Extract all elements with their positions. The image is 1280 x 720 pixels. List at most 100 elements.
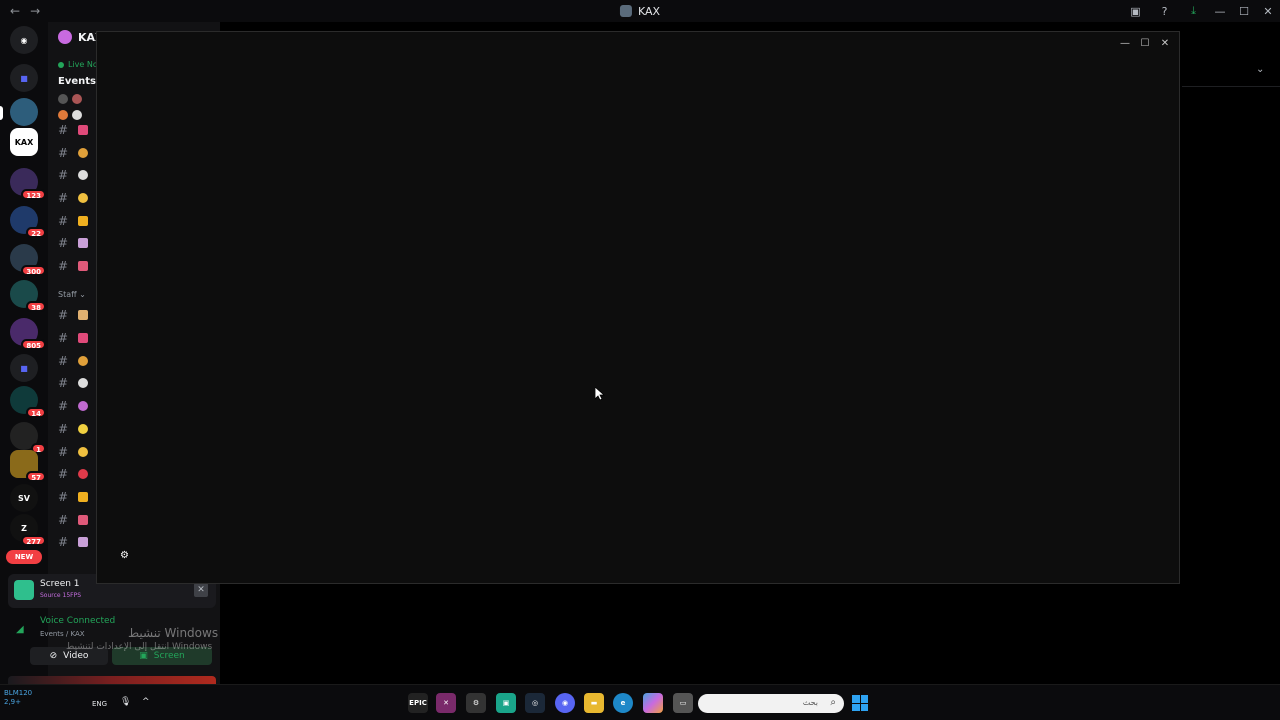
channel-item[interactable]: # <box>58 396 88 416</box>
selected-pill <box>0 106 3 120</box>
server-icon-f[interactable]: 14 <box>10 386 46 418</box>
channel-emoji-icon <box>78 401 88 411</box>
green-app-icon[interactable]: ▣ <box>496 693 516 713</box>
hash-icon: # <box>58 259 69 273</box>
channel-item[interactable]: # <box>58 464 88 484</box>
channel-item[interactable]: # <box>58 165 88 185</box>
user-panel[interactable] <box>8 676 216 684</box>
screen-share-icon: ▣ <box>139 651 148 661</box>
popout-window[interactable]: — ☐ ✕ <box>96 31 1180 584</box>
back-button[interactable]: ← <box>10 4 20 18</box>
channel-item[interactable]: # <box>58 233 88 253</box>
chevron-down-icon[interactable]: ⌄ <box>1256 64 1264 75</box>
unread-badge: 57 <box>26 471 46 482</box>
server-icon-kax[interactable]: KAX <box>10 128 38 156</box>
popup-minimize-button[interactable]: — <box>1115 36 1135 50</box>
gear-icon[interactable]: ⚙ <box>120 550 129 561</box>
channel-emoji-icon <box>78 125 88 135</box>
server-icon-h[interactable]: 57 <box>10 450 46 482</box>
channel-emoji-icon <box>78 333 88 343</box>
server-icon-c[interactable]: 300 <box>10 244 46 276</box>
channel-item[interactable]: # <box>58 188 88 208</box>
live-dot-icon <box>58 61 64 68</box>
stop-stream-icon[interactable]: ✕ <box>194 583 208 597</box>
folder-icon[interactable]: ■ <box>10 64 38 92</box>
channel-item[interactable]: # <box>58 532 88 552</box>
activation-watermark-text: انتقل إلى الإعدادات لتنشيط Windows <box>66 642 213 652</box>
minimize-button[interactable]: — <box>1208 0 1232 22</box>
nav-buttons: ← → <box>0 4 40 18</box>
events-channel[interactable]: Events <box>58 76 96 87</box>
window-app-icon[interactable]: ▭ <box>673 693 693 713</box>
edge-icon[interactable]: e <box>613 693 633 713</box>
channel-item[interactable]: # <box>58 510 88 530</box>
channel-item[interactable]: # <box>58 211 88 231</box>
voice-user-row[interactable] <box>58 110 82 120</box>
unread-badge: 277 <box>21 535 46 546</box>
channel-item[interactable]: # <box>58 120 88 140</box>
discord-home-icon[interactable]: ◉ <box>10 26 38 54</box>
file-explorer-icon[interactable]: ▬ <box>584 693 604 713</box>
popup-maximize-button[interactable]: ☐ <box>1135 36 1155 50</box>
server-icon-g[interactable]: 1 <box>10 422 46 454</box>
server-icon-d[interactable]: 38 <box>10 280 46 312</box>
windows-logo-icon <box>860 695 868 703</box>
copilot-icon[interactable] <box>643 693 663 713</box>
new-badge[interactable]: NEW <box>6 550 42 564</box>
warning-icon <box>78 492 88 502</box>
folder-icon[interactable]: ■ <box>10 354 38 382</box>
server-label: KAX <box>14 137 34 147</box>
channel-item[interactable]: # <box>58 487 88 507</box>
download-icon[interactable]: ⤓ <box>1179 0 1208 22</box>
server-icon-a[interactable]: 123 <box>10 168 46 200</box>
windows-logo-icon <box>860 703 868 711</box>
server-icon-green[interactable] <box>10 98 38 126</box>
voice-channel[interactable]: Events / KAX <box>40 630 85 638</box>
chevron-up-icon[interactable]: ^ <box>142 697 150 707</box>
channel-item[interactable]: # <box>58 328 88 348</box>
channel-emoji-icon <box>78 193 88 203</box>
popup-close-button[interactable]: ✕ <box>1155 36 1175 50</box>
hash-icon: # <box>58 331 69 345</box>
inbox-icon[interactable]: ▣ <box>1121 0 1150 22</box>
settings-app-icon[interactable]: ⚙ <box>466 693 486 713</box>
steam-icon[interactable]: ◎ <box>525 693 545 713</box>
start-button[interactable] <box>852 695 868 711</box>
channel-item[interactable]: # <box>58 419 88 439</box>
screen-source: Source 15FPS <box>40 592 82 599</box>
unread-badge: 14 <box>26 407 46 418</box>
app-x-icon[interactable]: ✕ <box>436 693 456 713</box>
channel-item[interactable]: # <box>58 373 88 393</box>
server-icon-e[interactable]: 805 <box>10 318 46 350</box>
tray-widget[interactable]: BLM120 2,9+ <box>4 689 32 707</box>
close-button[interactable]: ✕ <box>1256 0 1280 22</box>
hash-icon: # <box>58 236 69 250</box>
channel-item[interactable]: # <box>58 256 88 276</box>
channel-item[interactable]: # <box>58 351 88 371</box>
microphone-icon[interactable]: 🎙 <box>120 697 131 707</box>
hash-icon: # <box>58 354 69 368</box>
category-staff[interactable]: Staff ⌄ <box>58 290 86 299</box>
language-indicator[interactable]: ENG <box>92 700 107 708</box>
screen-title: Screen 1 <box>40 579 80 589</box>
channel-emoji-icon <box>78 148 88 158</box>
help-icon[interactable]: ? <box>1150 0 1179 22</box>
channel-item[interactable]: # <box>58 442 88 462</box>
hash-icon: # <box>58 467 69 481</box>
avatar <box>58 110 68 120</box>
server-icon-sv[interactable]: SV <box>10 484 38 512</box>
forward-button[interactable]: → <box>30 4 40 18</box>
signal-icon[interactable]: ◢ <box>16 624 24 635</box>
channel-emoji-icon <box>78 356 88 366</box>
server-icon-b[interactable]: 22 <box>10 206 46 238</box>
channel-emoji-icon <box>78 310 88 320</box>
search-input[interactable]: بحث ⌕ <box>698 694 844 713</box>
discord-icon[interactable]: ◉ <box>555 693 575 713</box>
epic-games-icon[interactable]: EPIC <box>408 693 428 713</box>
hash-icon: # <box>58 422 69 436</box>
maximize-button[interactable]: ☐ <box>1232 0 1256 22</box>
voice-user-row[interactable] <box>58 94 82 104</box>
server-icon-z[interactable]: Z 277 <box>10 514 46 546</box>
channel-item[interactable]: # <box>58 305 88 325</box>
channel-item[interactable]: # <box>58 143 88 163</box>
